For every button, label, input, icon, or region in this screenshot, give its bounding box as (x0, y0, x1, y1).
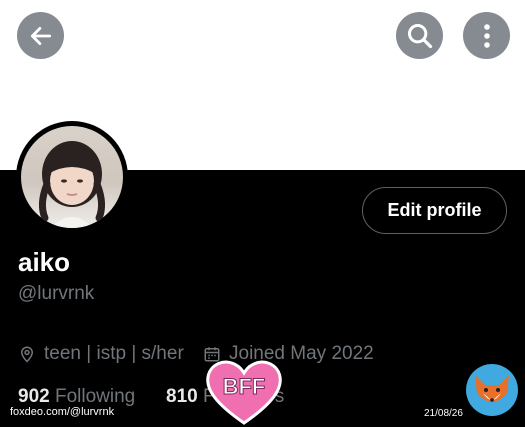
search-button[interactable] (396, 12, 443, 59)
sticker-text: BFF (223, 374, 266, 399)
avatar-photo (21, 126, 123, 228)
followers-count: 810 (166, 386, 198, 407)
back-button[interactable] (17, 12, 64, 59)
bio-text: teen | istp | s/her (44, 343, 184, 364)
edit-profile-button[interactable]: Edit profile (362, 187, 507, 234)
bff-heart-sticker: BFF (206, 360, 282, 425)
profile-bio: teen | istp | s/her (18, 343, 184, 365)
more-vertical-icon (483, 23, 490, 48)
following-label: Following (54, 386, 136, 407)
avatar[interactable] (16, 121, 128, 233)
profile-name: aiko (18, 247, 71, 277)
fox-logo (466, 364, 518, 416)
more-button[interactable] (463, 12, 510, 59)
watermark-site: foxdeo.com/@lurvrnk (10, 406, 115, 418)
watermark-date: 21/08/26 (424, 408, 463, 419)
location-pin-icon (20, 346, 34, 363)
profile-handle: @lurvrnk (18, 283, 95, 304)
back-arrow-icon (30, 26, 51, 45)
following-count: 902 (18, 386, 50, 407)
search-icon (407, 23, 432, 48)
following-link[interactable]: 902 Following (18, 386, 135, 408)
